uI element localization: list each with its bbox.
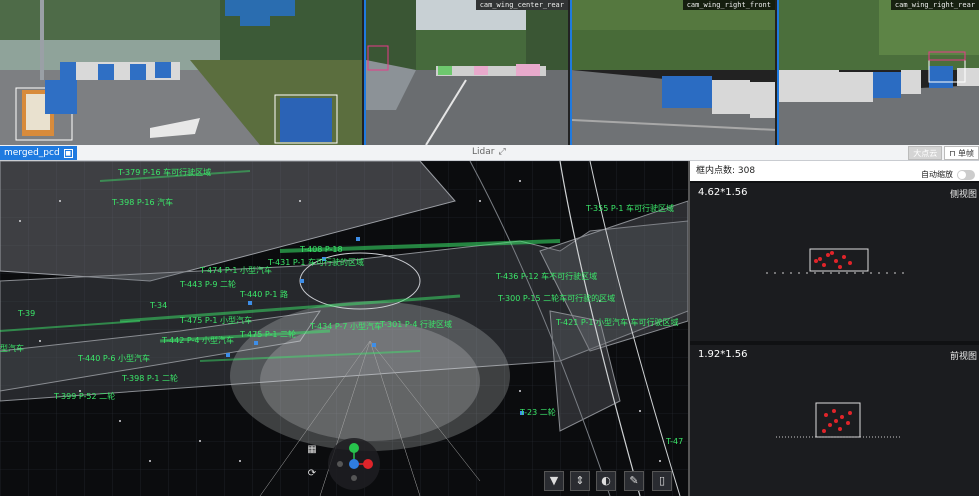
pcd-tab-label: merged_pcd [4, 148, 60, 158]
camera-label: cam_wing_center_rear [475, 0, 568, 10]
annotation-label[interactable]: T-408 P-18 [300, 245, 343, 254]
pcd-tab[interactable]: merged_pcd ■ [0, 146, 77, 160]
annotation-label[interactable]: T-300 P-15 二轮车可行驶的区域 [498, 293, 615, 304]
expand-icon[interactable]: ⤢ [498, 147, 505, 157]
camera-view-right-rear[interactable]: cam_wing_right_rear [777, 0, 979, 145]
annotation-label[interactable]: T-398 P-1 二轮 [122, 373, 178, 384]
annotation-label[interactable]: T-442 P-4 小型汽车 [162, 335, 234, 346]
annotation-label[interactable]: T-355 P-1 车可行驶区域 [586, 203, 674, 214]
annotation-label[interactable]: T-399 P-52 二轮 [54, 391, 115, 402]
annotation-label[interactable]: T-39 [18, 309, 35, 318]
annotation-label[interactable]: 型汽车 [0, 343, 24, 354]
auto-zoom-label: 自动缩放 [921, 170, 953, 179]
annotation-label[interactable]: T-47 [666, 437, 683, 446]
annotation-label[interactable]: T-421 P-1 小型汽车 车可行驶区域 [556, 317, 679, 328]
points-in-box: 框内点数: 308 [696, 166, 756, 176]
annotation-label[interactable]: T-379 P-16 车可行驶区域 [118, 167, 211, 178]
front-view[interactable]: 1.92*1.56 前视图 [690, 345, 979, 496]
front-view-canvas [776, 402, 900, 438]
lidar-title: Lidar ⤢ [472, 147, 506, 157]
side-view[interactable]: 4.62*1.56 侧视图 [690, 183, 979, 341]
annotation-label[interactable]: T-301 P-4 行驶区域 [380, 319, 452, 330]
annotation-label[interactable]: T-431 P-1 车可行驶的区域 [268, 257, 364, 268]
camera-view-right-front[interactable]: cam_wing_right_front [570, 0, 775, 145]
auto-zoom-toggle[interactable] [957, 170, 975, 180]
annotation-label[interactable]: T-475 P-1 二轮 [240, 329, 296, 340]
grid-icon[interactable]: ▦ [304, 443, 320, 459]
fit-height-icon[interactable]: ⇕ [570, 471, 590, 491]
viewer-toolbar: merged_pcd ■ Lidar ⤢ 大点云 ⊓ 单帧 [0, 145, 979, 161]
camera-view-center-rear[interactable]: cam_wing_center_rear [364, 0, 568, 145]
single-frame-label: 单帧 [958, 149, 974, 158]
frame-icon: ⊓ [949, 149, 956, 158]
brush-icon[interactable]: ◐ [596, 471, 616, 491]
annotation-label[interactable]: T-23 二轮 [520, 407, 556, 418]
side-view-canvas [766, 248, 904, 274]
navigation-gizmo[interactable] [328, 438, 380, 490]
pencil-icon[interactable]: ✎ [624, 471, 644, 491]
lidar-title-text: Lidar [472, 147, 495, 157]
axis-gizmo-icon [337, 443, 373, 481]
inspector-panel: 框内点数: 308 自动缩放 4.62*1.56 侧视图 1.92*1.56 前 [688, 161, 979, 496]
camera-view-front[interactable] [0, 0, 362, 145]
annotation-label[interactable]: T-436 P-12 车不可行驶区域 [496, 271, 597, 282]
annotation-label[interactable]: T-398 P-16 汽车 [112, 197, 173, 208]
annotation-label[interactable]: T-440 P-6 小型汽车 [78, 353, 150, 364]
annotation-label[interactable]: T-475 P-1 小型汽车 [180, 315, 252, 326]
annotation-label[interactable]: T-474 P-1 小型汽车 [200, 265, 272, 276]
single-frame-button[interactable]: ⊓ 单帧 [944, 146, 979, 160]
mouse-icon[interactable]: ▯ [652, 471, 672, 491]
rotate-icon[interactable]: ⟳ [304, 467, 320, 483]
annotation-label[interactable]: T-443 P-9 二轮 [180, 279, 236, 290]
camera-label: cam_wing_right_front [682, 0, 775, 10]
annotation-label[interactable]: T-434 P-7 小型汽车 [310, 321, 382, 332]
camera-strip: cam_wing_center_rear cam_wing_right_fron… [0, 0, 979, 145]
view-mode-buttons: 大点云 ⊓ 单帧 [908, 146, 979, 160]
inspector-header: 框内点数: 308 自动缩放 [690, 161, 979, 181]
cube-icon: ■ [63, 148, 73, 158]
filter-icon[interactable]: ▼ [544, 471, 564, 491]
annotation-label[interactable]: T-34 [150, 301, 167, 310]
auto-zoom-control: 自动缩放 [921, 165, 975, 185]
big-pointcloud-button[interactable]: 大点云 [908, 146, 943, 160]
annotation-label[interactable]: T-440 P-1 路 [240, 289, 288, 300]
camera-label: cam_wing_right_rear [890, 0, 979, 10]
